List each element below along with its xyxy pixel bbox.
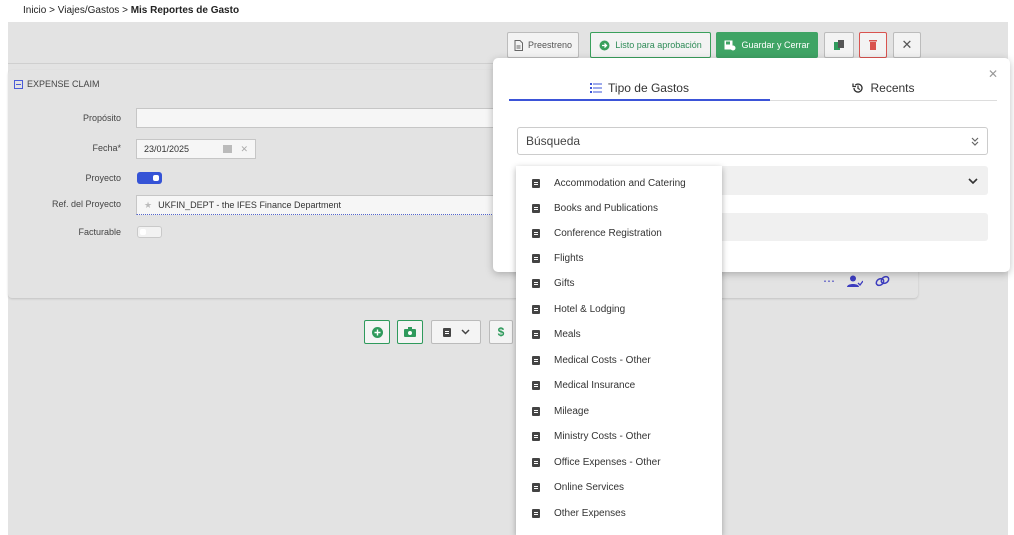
card-actions: ⋯ [823, 274, 890, 288]
preview-button[interactable]: Preestreno [507, 32, 579, 58]
document-icon [532, 330, 540, 339]
list-item[interactable]: Gifts [516, 271, 722, 296]
plus-circle-icon [371, 326, 383, 338]
expense-type-list: Accommodation and Catering Books and Pub… [516, 166, 722, 535]
currency-button[interactable]: $ [489, 320, 513, 344]
document-icon [532, 305, 540, 314]
document-icon [532, 254, 540, 263]
list-item[interactable]: Flights [516, 246, 722, 271]
list-item[interactable]: Online Services [516, 475, 722, 500]
chevron-down-icon [968, 177, 978, 184]
trash-icon [869, 40, 877, 50]
document-icon [532, 356, 540, 365]
section-header[interactable]: EXPENSE CLAIM [14, 79, 100, 89]
billable-toggle[interactable] [137, 226, 162, 238]
breadcrumb-home[interactable]: Inicio [23, 5, 46, 16]
tab-recents[interactable]: Recents [770, 76, 997, 101]
camera-button[interactable] [397, 320, 423, 344]
document-icon [532, 432, 540, 441]
dollar-icon: $ [497, 325, 505, 339]
copy-button[interactable] [824, 32, 854, 58]
list-item[interactable]: Hotel & Lodging [516, 297, 722, 322]
save-and-close-button[interactable]: Guardar y Cerrar [716, 32, 818, 58]
arrow-circle-icon [599, 40, 610, 50]
document-icon [532, 509, 540, 518]
list-item[interactable]: Medical Costs - Other [516, 348, 722, 373]
ready-for-approval-button[interactable]: Listo para aprobación [590, 32, 711, 58]
purpose-label: Propósito [82, 113, 121, 123]
close-button[interactable]: ✕ [893, 32, 921, 58]
double-chevron-down-icon[interactable] [971, 137, 979, 146]
document-icon [532, 179, 540, 188]
toolbar-divider [8, 63, 518, 64]
calendar-icon[interactable] [223, 144, 233, 153]
document-icon [532, 204, 540, 213]
list-item[interactable]: Mileage [516, 399, 722, 424]
breadcrumb: Inicio > Viajes/Gastos > Mis Reportes de… [23, 5, 240, 16]
project-ref-input[interactable]: ★ UKFIN_DEPT - the IFES Finance Departme… [136, 195, 506, 215]
history-icon [852, 83, 864, 93]
date-input[interactable]: 23/01/2025 ✕ [136, 139, 256, 159]
list-item[interactable]: Accommodation and Catering [516, 171, 722, 196]
breadcrumb-section[interactable]: Viajes/Gastos [58, 5, 120, 16]
file-icon [514, 39, 523, 51]
project-ref-label: Ref. del Proyecto [51, 199, 121, 209]
document-icon [532, 483, 540, 492]
document-icon [532, 279, 540, 288]
more-icon[interactable]: ⋯ [823, 274, 835, 288]
project-label: Proyecto [85, 173, 121, 183]
list-item[interactable]: Meals [516, 322, 722, 347]
chevron-down-icon [460, 329, 470, 335]
tab-expense-types[interactable]: Tipo de Gastos [509, 76, 770, 101]
search-input[interactable]: Búsqueda [517, 127, 988, 155]
document-icon [532, 458, 540, 467]
document-type-dropdown[interactable] [431, 320, 481, 344]
add-expense-button[interactable] [364, 320, 390, 344]
breadcrumb-current: Mis Reportes de Gasto [130, 5, 240, 16]
list-item[interactable]: Conference Registration [516, 221, 722, 246]
star-icon[interactable]: ★ [144, 200, 152, 211]
clear-icon[interactable]: ✕ [240, 144, 248, 155]
copy-icon [834, 40, 844, 50]
list-item[interactable]: Other Expenses [516, 501, 722, 526]
camera-icon [404, 327, 416, 337]
document-icon [532, 407, 540, 416]
list-item[interactable]: Books and Publications [516, 196, 722, 221]
delete-button[interactable] [859, 32, 887, 58]
purpose-input[interactable] [136, 108, 526, 128]
save-icon [724, 40, 736, 50]
user-check-icon[interactable] [847, 275, 863, 288]
link-icon[interactable] [875, 275, 890, 287]
collapse-icon [14, 79, 23, 89]
document-icon [532, 381, 540, 390]
billable-label: Facturable [78, 227, 121, 237]
document-icon [532, 229, 540, 238]
list-icon [590, 82, 603, 93]
list-item[interactable]: Medical Insurance [516, 373, 722, 398]
project-toggle[interactable] [137, 172, 162, 184]
close-icon: ✕ [901, 37, 913, 52]
list-item[interactable]: Office Expenses - Other [516, 450, 722, 475]
date-label: Fecha* [92, 143, 121, 153]
list-item[interactable]: Ministry Costs - Other [516, 424, 722, 449]
document-icon [442, 327, 451, 337]
